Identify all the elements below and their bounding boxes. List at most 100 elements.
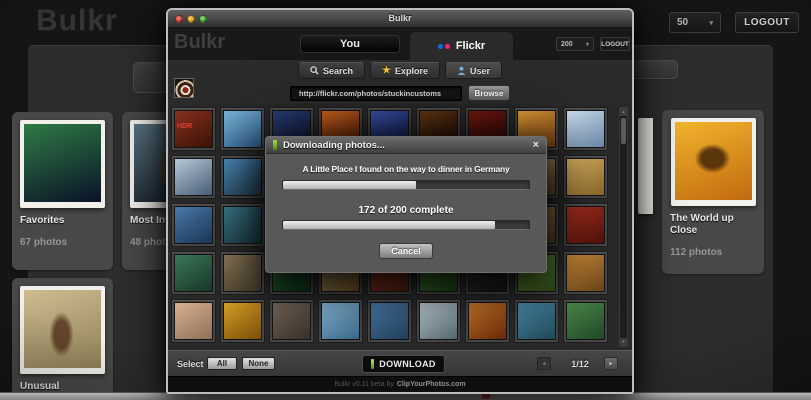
close-icon[interactable]: × [533,139,539,151]
photo-thumbnail[interactable] [563,203,608,247]
window-title: Bulkr [388,13,412,23]
outer-logout-button[interactable]: LOGOUT [735,12,799,33]
photo-thumbnail[interactable] [220,107,265,151]
download-button-label: DOWNLOAD [379,359,436,369]
photo-thumbnail[interactable] [220,155,265,199]
bottom-bar: Select All None DOWNLOAD ◄ 1/12 ► [168,350,632,376]
photoset-thumbnail-frame [20,120,105,208]
explore-star-icon: ★ [382,64,391,76]
outer-app-logo: Bulkr [36,4,118,37]
select-all-button[interactable]: All [207,357,237,370]
overall-progress-bar [282,220,530,230]
scroll-up-icon[interactable]: ▲ [620,108,627,116]
hdr-book-text: HDR [177,123,193,130]
photoset-title: The World up Close [670,213,734,236]
select-label: Select [177,359,204,369]
photoset-title: Favorites [20,215,65,226]
photoset-card-world-up-close[interactable]: The World up Close 112 photos [662,110,764,274]
logout-button[interactable]: LOGOUT [600,37,630,51]
zoom-window-icon[interactable] [199,15,207,23]
photo-thumbnail[interactable] [563,299,608,343]
app-header: Bulkr You Flickr 200 ▾ LOGOUT [168,28,632,60]
photo-thumbnail[interactable]: HDR [171,107,216,151]
download-button[interactable]: DOWNLOAD [362,355,445,373]
photo-thumbnail[interactable] [563,155,608,199]
photo-thumbnail[interactable] [171,155,216,199]
scrollbar-thumb[interactable] [621,118,626,144]
photo-thumbnail[interactable] [220,251,265,295]
overall-progress-fill [283,221,495,229]
search-tab-label: Search [322,65,354,76]
photoset-count: 112 photos [670,247,723,258]
overall-progress-label: 172 of 200 complete [358,205,454,216]
dialog-body: A Little Place I found on the way to din… [266,164,546,259]
outer-page-size-dropdown[interactable]: 50 ▾ [669,12,721,33]
outer-page-size-value: 50 [677,17,689,28]
photoset-photo [674,122,752,200]
app-footer: Bulkr v0.11 beta by ClipYourPhotos.com [168,376,632,392]
page-indicator: 1/12 [571,359,589,369]
current-progress-bar [282,180,530,190]
dialog-titlebar[interactable]: Downloading photos... × [266,137,546,154]
photo-thumbnail[interactable] [465,299,510,343]
tab-flickr[interactable]: Flickr [410,32,513,60]
traffic-lights [175,15,207,23]
grid-scrollbar[interactable]: ▲ ▼ [619,107,628,347]
photoset-card-unusual-compositions[interactable]: Unusual Compositions [12,278,113,400]
user-tab-button[interactable]: User [445,62,503,79]
next-page-button[interactable]: ► [604,357,618,370]
photoset-card-partial [638,118,653,214]
screen: Bulkr 50 ▾ LOGOUT Favorites 67 photos Mo… [0,0,811,400]
tab-you[interactable]: You [300,35,400,53]
photoset-count: 67 photos [20,237,68,248]
select-none-button[interactable]: None [242,357,275,370]
photo-thumbnail[interactable] [416,299,461,343]
user-icon [457,66,466,75]
flickr-blue-dot-icon [437,43,443,49]
dialog-title: Downloading photos... [283,139,385,151]
photo-thumbnail[interactable] [563,251,608,295]
browse-button[interactable]: Browse [468,85,510,101]
user-avatar[interactable] [174,78,194,98]
photo-thumbnail[interactable] [220,299,265,343]
photo-thumbnail[interactable] [563,107,608,151]
search-tab-button[interactable]: Search [297,62,366,79]
app-logo: Bulkr [174,31,226,53]
flickr-url-input[interactable] [290,85,462,101]
photoset-card-favorites[interactable]: Favorites 67 photos [12,112,113,270]
outer-header-controls: 50 ▾ LOGOUT [669,12,799,33]
mode-toolbar: Search ★ Explore User [168,60,632,82]
search-icon [310,66,319,75]
minimize-window-icon[interactable] [187,15,195,23]
footer-credit: Bulkr v0.11 beta by [334,381,394,388]
cancel-button[interactable]: Cancel [379,243,433,259]
photoset-photo [24,290,101,368]
photo-thumbnail[interactable] [220,203,265,247]
page-size-dropdown[interactable]: 200 ▾ [556,37,594,51]
photo-thumbnail[interactable] [269,299,314,343]
current-photo-title: A Little Place I found on the way to din… [302,164,510,174]
tab-flickr-label: Flickr [455,40,486,52]
footer-site-link[interactable]: ClipYourPhotos.com [397,381,466,388]
photo-thumbnail[interactable] [171,203,216,247]
explore-tab-button[interactable]: ★ Explore [370,62,440,79]
flickr-pink-dot-icon [444,43,450,49]
chevron-down-icon: ▾ [585,41,589,48]
page-size-value: 200 [561,40,573,48]
scroll-down-icon[interactable]: ▼ [620,338,627,346]
previous-page-button[interactable]: ◄ [537,357,551,370]
photo-thumbnail[interactable] [171,251,216,295]
photoset-photo [24,124,101,202]
explore-tab-label: Explore [394,65,428,76]
photoset-thumbnail-frame [670,118,756,206]
window-titlebar[interactable]: Bulkr [168,10,632,28]
url-row: Browse [168,78,632,104]
photo-thumbnail[interactable] [367,299,412,343]
chevron-down-icon: ▾ [709,19,713,27]
download-green-icon [273,140,277,150]
photoset-thumbnail-frame [20,286,105,374]
photo-thumbnail[interactable] [318,299,363,343]
photo-thumbnail[interactable] [514,299,559,343]
close-window-icon[interactable] [175,15,183,23]
photo-thumbnail[interactable] [171,299,216,343]
